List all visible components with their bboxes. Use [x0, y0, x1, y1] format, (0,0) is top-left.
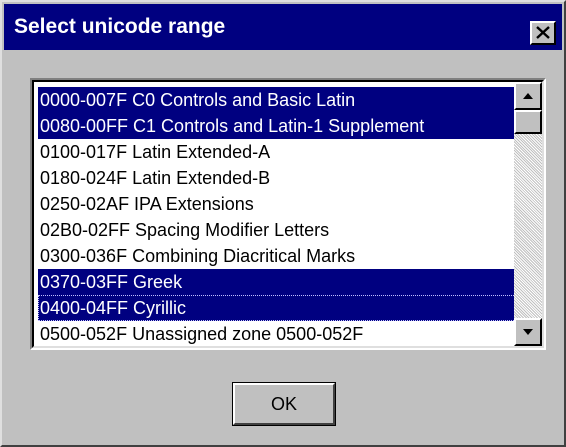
list-item[interactable]: 0370-03FF Greek [38, 269, 516, 295]
unicode-range-listbox[interactable]: 0000-007F C0 Controls and Basic Latin 008… [30, 78, 546, 350]
arrow-down-icon [523, 329, 533, 335]
list-item[interactable]: 0180-024F Latin Extended-B [38, 165, 516, 191]
list-item[interactable]: 0000-007F C0 Controls and Basic Latin [38, 87, 516, 113]
title-bar[interactable]: Select unicode range [4, 4, 562, 50]
scroll-down-button[interactable] [514, 318, 542, 346]
list-item[interactable]: 0300-036F Combining Diacritical Marks [38, 243, 516, 269]
ok-button-label: OK [270, 394, 297, 414]
list-item[interactable]: 0250-02AF IPA Extensions [38, 191, 516, 217]
scroll-up-button[interactable] [514, 82, 542, 110]
dialog-title: Select unicode range [14, 15, 226, 38]
arrow-up-icon [523, 93, 533, 99]
list-item[interactable]: 0100-017F Latin Extended-A [38, 139, 516, 165]
ok-button[interactable]: OK [232, 382, 336, 426]
select-unicode-range-dialog: Select unicode range 0000-007F C0 Contro… [0, 0, 566, 447]
close-button[interactable] [530, 21, 556, 45]
unicode-range-list: 0000-007F C0 Controls and Basic Latin 008… [38, 87, 516, 347]
list-item[interactable]: 0500-052F Unassigned zone 0500-052F [38, 321, 516, 347]
list-item[interactable]: 0400-04FF Cyrillic [38, 295, 516, 321]
list-item[interactable]: 0080-00FF C1 Controls and Latin-1 Supple… [38, 113, 516, 139]
vertical-scrollbar[interactable] [514, 82, 542, 346]
scroll-thumb[interactable] [514, 110, 542, 134]
list-item[interactable]: 02B0-02FF Spacing Modifier Letters [38, 217, 516, 243]
close-icon [536, 26, 550, 39]
